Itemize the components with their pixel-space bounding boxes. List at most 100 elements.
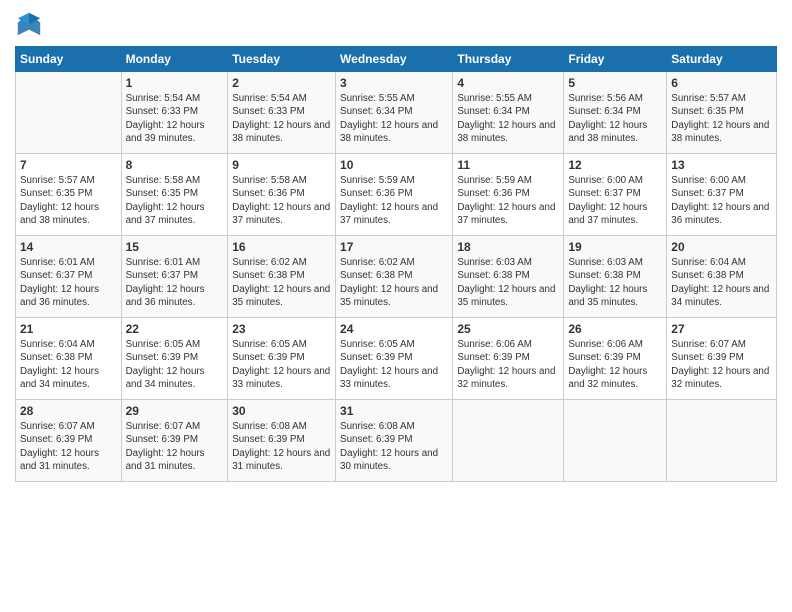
cell-info: Sunrise: 6:00 AMSunset: 6:37 PMDaylight:… [671,174,772,227]
cell-1-1 [16,72,122,154]
cell-info: Sunrise: 6:04 AMSunset: 6:38 PMDaylight:… [671,256,772,309]
cell-5-7 [667,400,777,482]
cell-info: Sunrise: 5:54 AMSunset: 6:33 PMDaylight:… [232,92,331,145]
cell-day-number: 13 [671,157,772,173]
cell-day-number: 24 [340,321,448,337]
day-header-wednesday: Wednesday [336,47,453,72]
cell-day-number: 2 [232,75,331,91]
cell-5-1: 28Sunrise: 6:07 AMSunset: 6:39 PMDayligh… [16,400,122,482]
cell-day-number: 23 [232,321,331,337]
week-row-5: 28Sunrise: 6:07 AMSunset: 6:39 PMDayligh… [16,400,777,482]
cell-day-number: 19 [568,239,662,255]
day-header-saturday: Saturday [667,47,777,72]
cell-2-1: 7Sunrise: 5:57 AMSunset: 6:35 PMDaylight… [16,154,122,236]
cell-info: Sunrise: 5:57 AMSunset: 6:35 PMDaylight:… [20,174,117,227]
cell-day-number: 3 [340,75,448,91]
cell-3-4: 17Sunrise: 6:02 AMSunset: 6:38 PMDayligh… [336,236,453,318]
cell-info: Sunrise: 5:59 AMSunset: 6:36 PMDaylight:… [457,174,559,227]
cell-day-number: 15 [126,239,224,255]
cell-day-number: 31 [340,403,448,419]
cell-1-4: 3Sunrise: 5:55 AMSunset: 6:34 PMDaylight… [336,72,453,154]
week-row-1: 1 Sunrise: 5:54 AMSunset: 6:33 PMDaylight… [16,72,777,154]
cell-day-number: 22 [126,321,224,337]
cell-info: Sunrise: 6:01 AMSunset: 6:37 PMDaylight:… [20,256,117,309]
cell-5-3: 30Sunrise: 6:08 AMSunset: 6:39 PMDayligh… [228,400,336,482]
cell-1-3: 2Sunrise: 5:54 AMSunset: 6:33 PMDaylight… [228,72,336,154]
cell-info: Sunrise: 6:08 AMSunset: 6:39 PMDaylight:… [340,420,448,473]
cell-day-number: 6 [671,75,772,91]
day-header-monday: Monday [121,47,228,72]
cell-5-2: 29Sunrise: 6:07 AMSunset: 6:39 PMDayligh… [121,400,228,482]
day-header-thursday: Thursday [453,47,564,72]
cell-day-number: 9 [232,157,331,173]
cell-info: Sunrise: 6:05 AMSunset: 6:39 PMDaylight:… [126,338,224,391]
header-row: SundayMondayTuesdayWednesdayThursdayFrid… [16,47,777,72]
week-row-4: 21Sunrise: 6:04 AMSunset: 6:38 PMDayligh… [16,318,777,400]
day-header-friday: Friday [564,47,667,72]
cell-1-7: 6Sunrise: 5:57 AMSunset: 6:35 PMDaylight… [667,72,777,154]
cell-info: Sunrise: 5:56 AMSunset: 6:34 PMDaylight:… [568,92,662,145]
cell-info: Sunrise: 6:04 AMSunset: 6:38 PMDaylight:… [20,338,117,391]
cell-3-5: 18Sunrise: 6:03 AMSunset: 6:38 PMDayligh… [453,236,564,318]
logo [15,10,47,38]
cell-info: Sunrise: 6:07 AMSunset: 6:39 PMDaylight:… [20,420,117,473]
cell-day-number: 5 [568,75,662,91]
cell-1-6: 5Sunrise: 5:56 AMSunset: 6:34 PMDaylight… [564,72,667,154]
cell-info: Sunrise: 6:02 AMSunset: 6:38 PMDaylight:… [232,256,331,309]
cell-1-2: 1Sunrise: 5:54 AMSunset: 6:33 PMDaylight… [121,72,228,154]
cell-2-2: 8Sunrise: 5:58 AMSunset: 6:35 PMDaylight… [121,154,228,236]
cell-day-number: 10 [340,157,448,173]
cell-day-number: 16 [232,239,331,255]
cell-day-number: 25 [457,321,559,337]
cell-info: Sunrise: 6:06 AMSunset: 6:39 PMDaylight:… [457,338,559,391]
cell-3-3: 16Sunrise: 6:02 AMSunset: 6:38 PMDayligh… [228,236,336,318]
cell-day-number: 27 [671,321,772,337]
cell-day-number: 17 [340,239,448,255]
day-header-sunday: Sunday [16,47,122,72]
cell-info: Sunrise: 5:58 AMSunset: 6:36 PMDaylight:… [232,174,331,227]
cell-day-number: 29 [126,403,224,419]
cell-info: Sunrise: 6:02 AMSunset: 6:38 PMDaylight:… [340,256,448,309]
cell-info: Sunrise: 5:55 AMSunset: 6:34 PMDaylight:… [457,92,559,145]
cell-info: Sunrise: 6:07 AMSunset: 6:39 PMDaylight:… [126,420,224,473]
cell-info: Sunrise: 6:03 AMSunset: 6:38 PMDaylight:… [457,256,559,309]
cell-2-4: 10Sunrise: 5:59 AMSunset: 6:36 PMDayligh… [336,154,453,236]
cell-2-5: 11Sunrise: 5:59 AMSunset: 6:36 PMDayligh… [453,154,564,236]
cell-info: Sunrise: 5:55 AMSunset: 6:34 PMDaylight:… [340,92,448,145]
cell-4-6: 26Sunrise: 6:06 AMSunset: 6:39 PMDayligh… [564,318,667,400]
cell-3-7: 20Sunrise: 6:04 AMSunset: 6:38 PMDayligh… [667,236,777,318]
cell-day-number: 7 [20,157,117,173]
page: SundayMondayTuesdayWednesdayThursdayFrid… [0,0,792,612]
week-row-2: 7Sunrise: 5:57 AMSunset: 6:35 PMDaylight… [16,154,777,236]
cell-info: Sunrise: 6:06 AMSunset: 6:39 PMDaylight:… [568,338,662,391]
cell-2-6: 12Sunrise: 6:00 AMSunset: 6:37 PMDayligh… [564,154,667,236]
cell-day-number: 21 [20,321,117,337]
cell-3-6: 19Sunrise: 6:03 AMSunset: 6:38 PMDayligh… [564,236,667,318]
cell-info: Sunrise: 6:05 AMSunset: 6:39 PMDaylight:… [340,338,448,391]
cell-day-number: 11 [457,157,559,173]
cell-day-number: 18 [457,239,559,255]
cell-day-number: 30 [232,403,331,419]
cell-day-number: 4 [457,75,559,91]
day-header-tuesday: Tuesday [228,47,336,72]
cell-info: Sunrise: 6:03 AMSunset: 6:38 PMDaylight:… [568,256,662,309]
cell-5-5 [453,400,564,482]
cell-day-number: 1 [126,75,224,91]
cell-day-number: 8 [126,157,224,173]
week-row-3: 14Sunrise: 6:01 AMSunset: 6:37 PMDayligh… [16,236,777,318]
cell-day-number: 14 [20,239,117,255]
cell-2-7: 13Sunrise: 6:00 AMSunset: 6:37 PMDayligh… [667,154,777,236]
cell-5-6 [564,400,667,482]
cell-5-4: 31Sunrise: 6:08 AMSunset: 6:39 PMDayligh… [336,400,453,482]
cell-info: Sunrise: 6:05 AMSunset: 6:39 PMDaylight:… [232,338,331,391]
cell-4-5: 25Sunrise: 6:06 AMSunset: 6:39 PMDayligh… [453,318,564,400]
cell-info: Sunrise: 6:01 AMSunset: 6:37 PMDaylight:… [126,256,224,309]
cell-4-4: 24Sunrise: 6:05 AMSunset: 6:39 PMDayligh… [336,318,453,400]
cell-4-2: 22Sunrise: 6:05 AMSunset: 6:39 PMDayligh… [121,318,228,400]
cell-4-1: 21Sunrise: 6:04 AMSunset: 6:38 PMDayligh… [16,318,122,400]
cell-day-number: 20 [671,239,772,255]
header [15,10,777,38]
calendar-table: SundayMondayTuesdayWednesdayThursdayFrid… [15,46,777,482]
cell-3-1: 14Sunrise: 6:01 AMSunset: 6:37 PMDayligh… [16,236,122,318]
cell-4-3: 23Sunrise: 6:05 AMSunset: 6:39 PMDayligh… [228,318,336,400]
